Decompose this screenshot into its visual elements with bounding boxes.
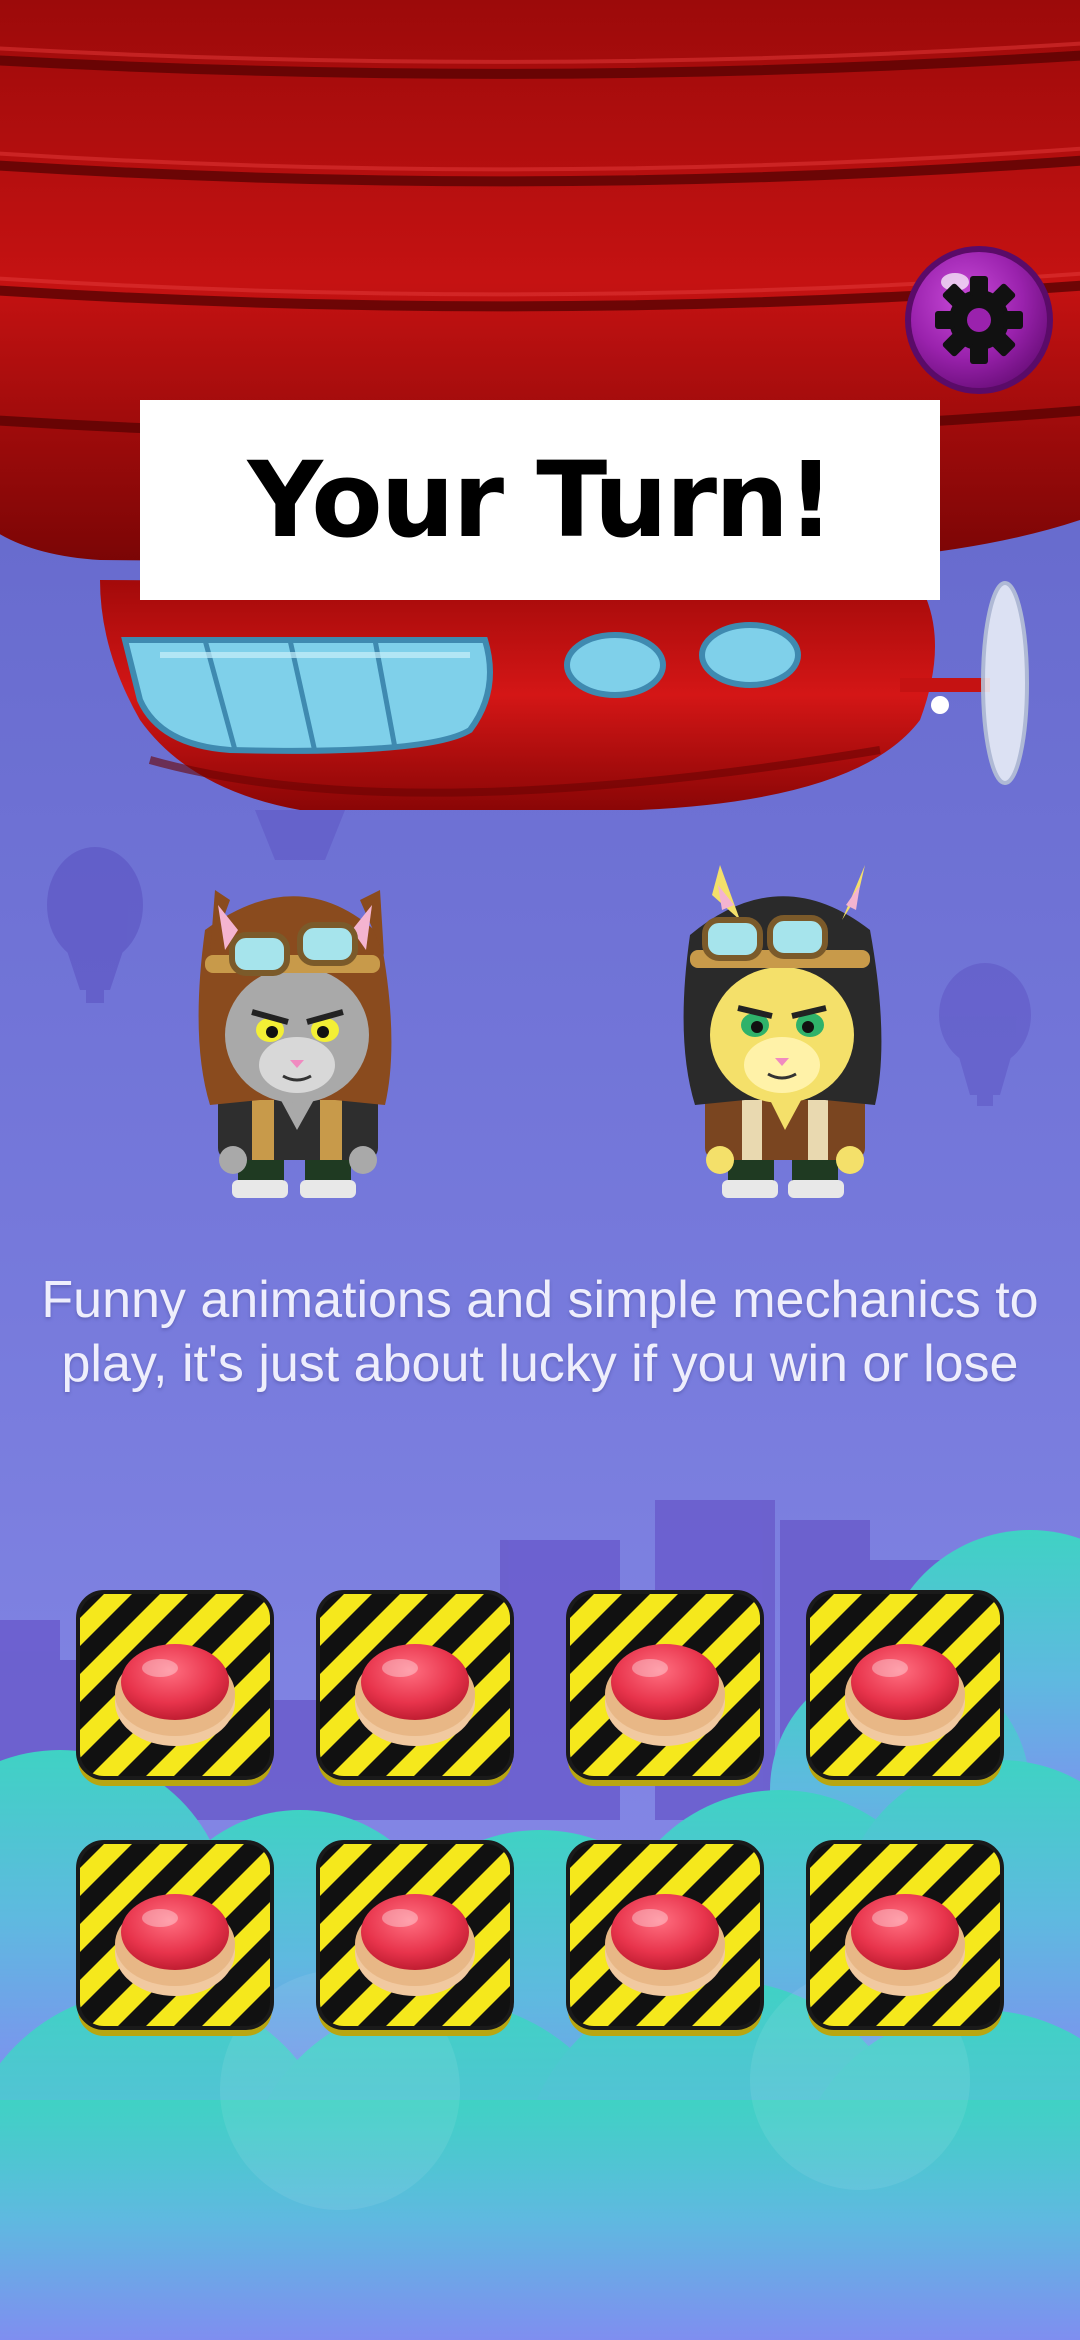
hazard-button-graphic	[76, 1840, 274, 2036]
hazard-button-5[interactable]	[76, 1840, 274, 2038]
hazard-button-6[interactable]	[316, 1840, 514, 2038]
hazard-button-3[interactable]	[566, 1590, 764, 1788]
tagline-line-1: Funny animations and simple mechanics to	[41, 1271, 1039, 1329]
tagline: Funny animations and simple mechanics to…	[20, 1268, 1060, 1396]
tagline-line-2: play, it's just about lucky if you win o…	[61, 1335, 1019, 1393]
hazard-button-1[interactable]	[76, 1590, 274, 1788]
hazard-button-graphic	[316, 1590, 514, 1786]
hazard-button-graphic	[566, 1840, 764, 2036]
hazard-button-graphic	[566, 1590, 764, 1786]
hazard-button-4[interactable]	[806, 1590, 1004, 1788]
turn-banner-text: Your Turn!	[247, 439, 834, 561]
settings-button[interactable]	[903, 244, 1055, 396]
hazard-button-graphic	[76, 1590, 274, 1786]
gear-icon	[905, 246, 1053, 394]
hazard-button-8[interactable]	[806, 1840, 1004, 2038]
hazard-button-2[interactable]	[316, 1590, 514, 1788]
turn-banner: Your Turn!	[140, 400, 940, 600]
hazard-button-graphic	[806, 1840, 1004, 2036]
hazard-button-graphic	[316, 1840, 514, 2036]
hazard-button-7[interactable]	[566, 1840, 764, 2038]
hazard-button-graphic	[806, 1590, 1004, 1786]
game-stage: Your Turn! Funny animations and simple m…	[0, 0, 1080, 2340]
